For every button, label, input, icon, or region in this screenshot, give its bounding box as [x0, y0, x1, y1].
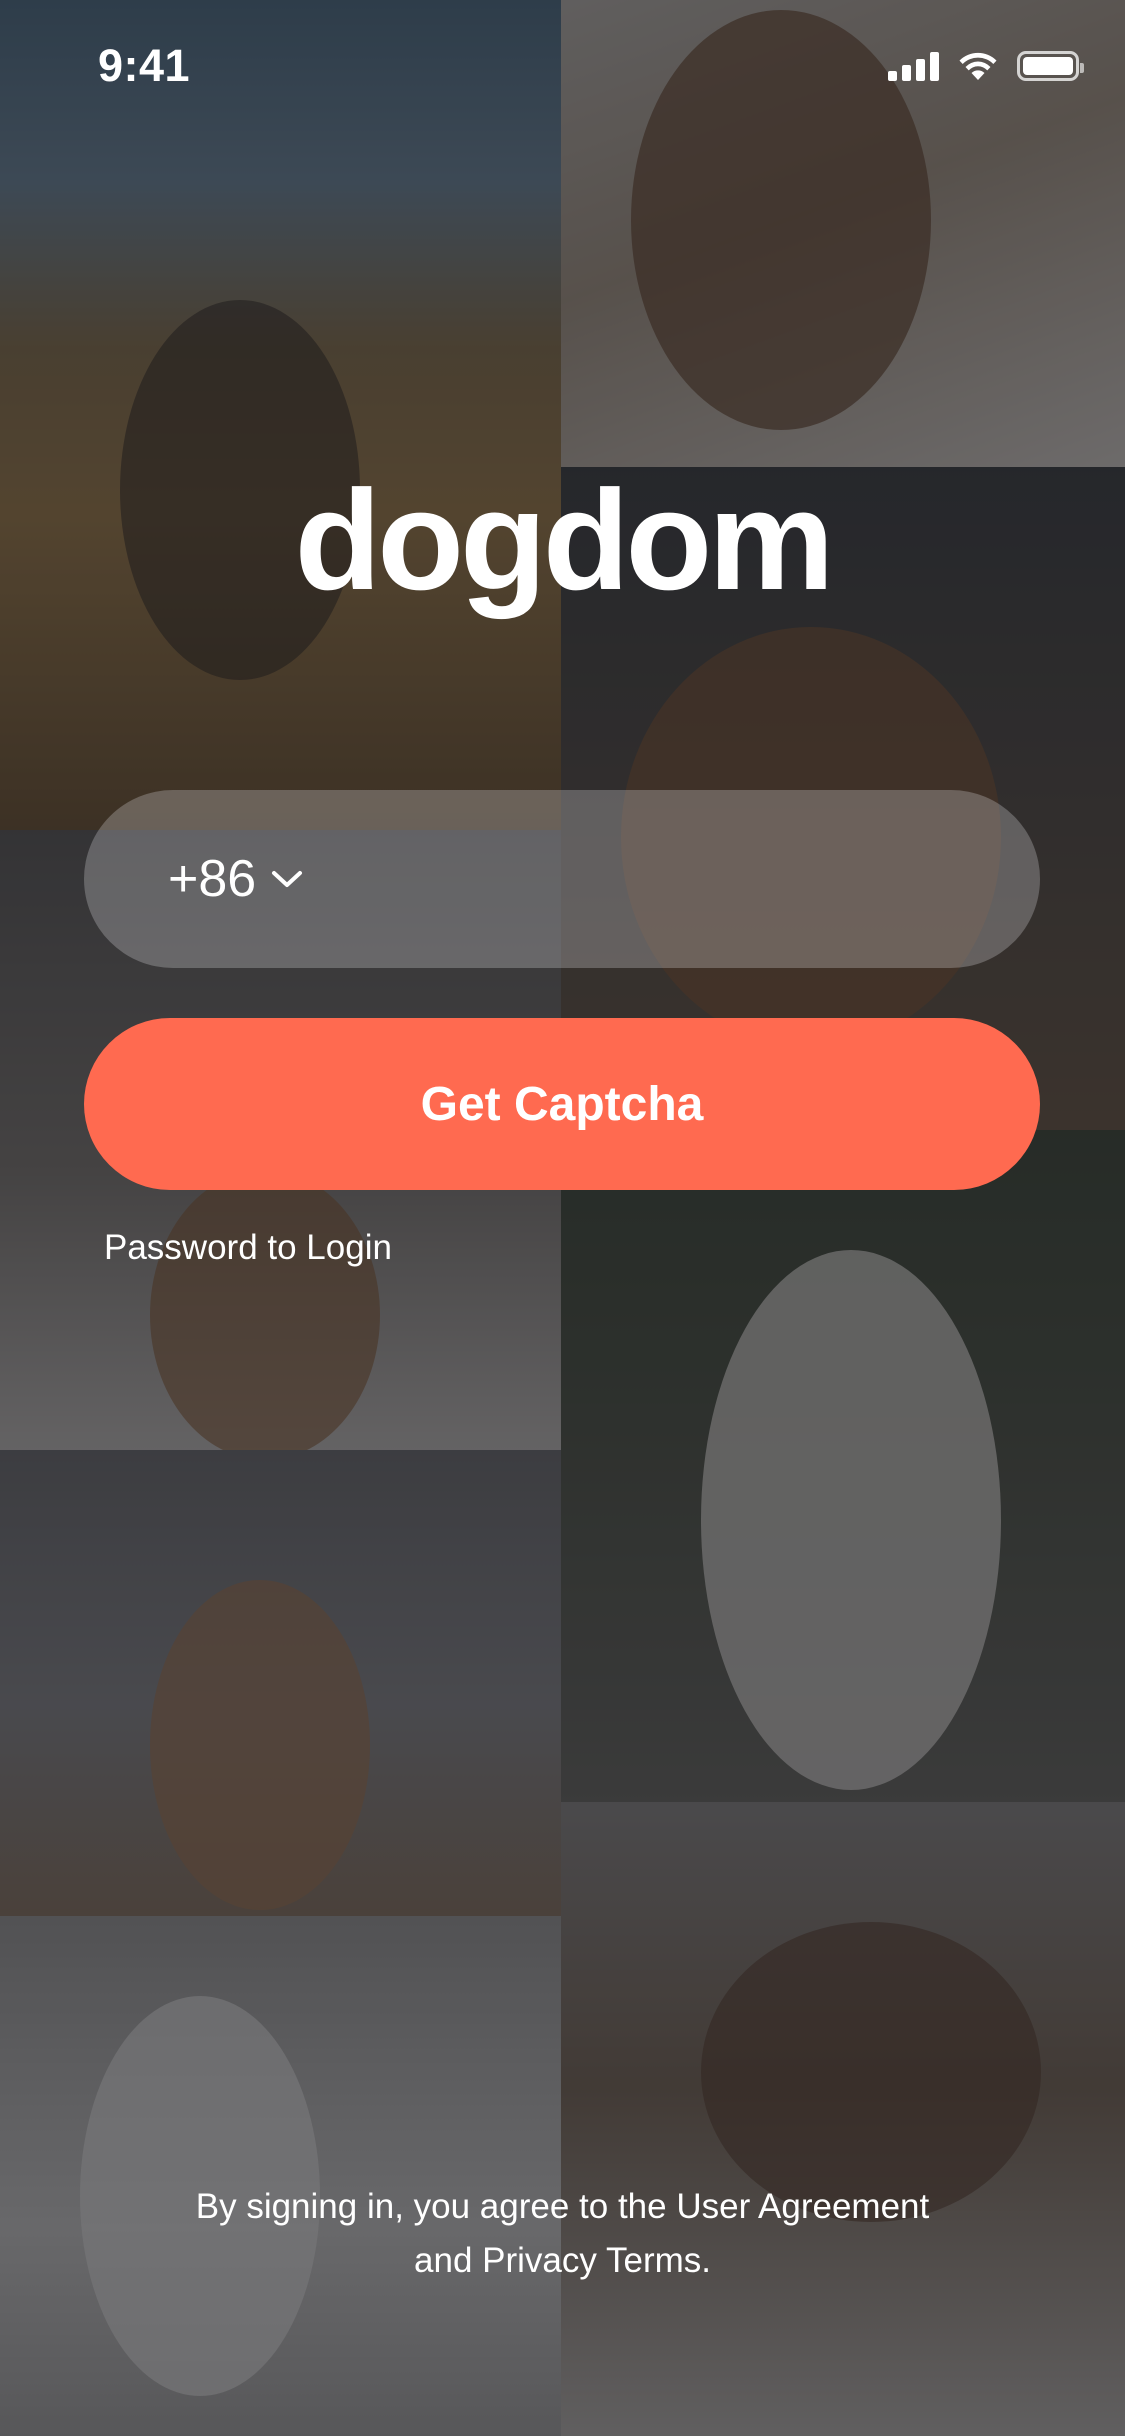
app-logo: dogdom: [294, 461, 835, 620]
get-captcha-button[interactable]: Get Captcha: [84, 1018, 1040, 1190]
terms-line-2: and Privacy Terms.: [0, 2234, 1125, 2288]
phone-number-input[interactable]: [414, 790, 998, 970]
password-login-link[interactable]: Password to Login: [104, 1228, 392, 1268]
wifi-icon: [959, 52, 997, 80]
login-screen: 9:41 dogdom +86 Get Captcha Password to …: [0, 0, 1125, 2436]
status-bar: 9:41: [0, 0, 1125, 132]
phone-field: +86: [84, 790, 1040, 970]
terms-suffix: .: [701, 2241, 711, 2280]
terms-notice: By signing in, you agree to the User Agr…: [0, 2180, 1125, 2288]
signal-icon: [888, 51, 939, 81]
battery-icon: [1017, 51, 1084, 81]
terms-line-1: By signing in, you agree to the User Agr…: [0, 2180, 1125, 2234]
chevron-down-icon: [272, 871, 303, 887]
terms-and: and: [414, 2241, 483, 2280]
status-time: 9:41: [98, 40, 191, 91]
privacy-terms-link[interactable]: Privacy Terms: [482, 2241, 701, 2280]
status-icons: [888, 50, 1084, 81]
user-agreement-link[interactable]: User Agreement: [676, 2187, 929, 2226]
country-code-label: +86: [168, 850, 257, 908]
background-overlay: [0, 0, 1125, 2436]
terms-prefix: By signing in, you agree to the: [195, 2187, 677, 2226]
country-code-selector[interactable]: +86: [168, 790, 304, 968]
